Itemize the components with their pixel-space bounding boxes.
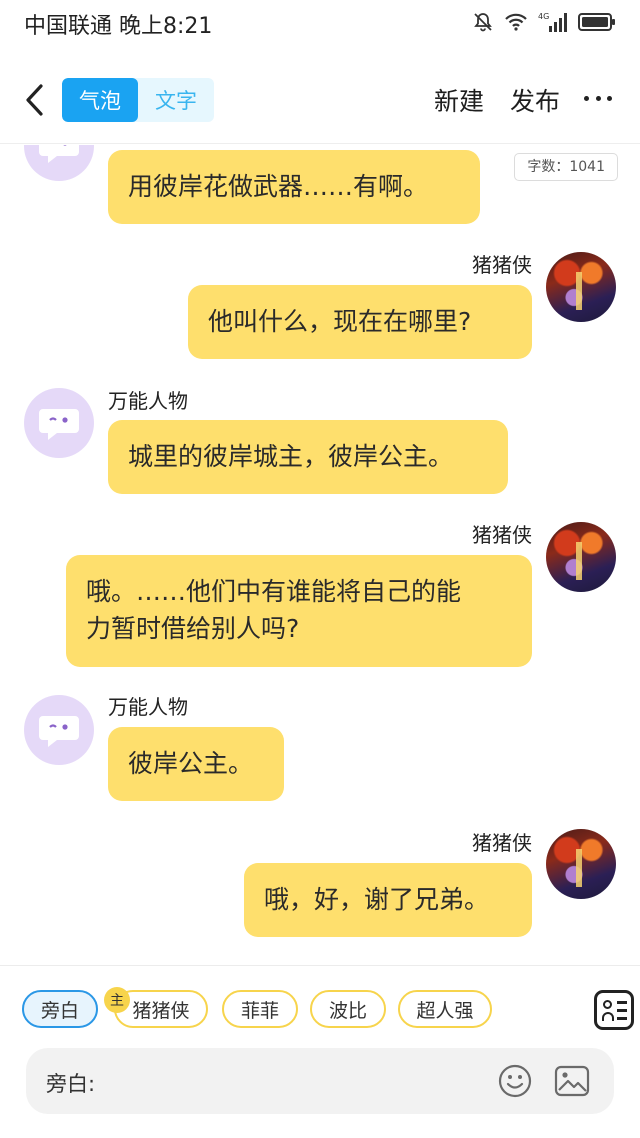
message-bubble[interactable]: 彼岸公主。 — [108, 727, 284, 801]
contact-card-line-icon — [617, 1009, 627, 1012]
bot-avatar[interactable] — [24, 695, 94, 765]
user-avatar[interactable] — [546, 829, 616, 899]
tab-bubble[interactable]: 气泡 — [62, 78, 138, 122]
message-text: 用彼岸花做武器……有啊。 — [128, 172, 429, 201]
composer-panel: 旁白 猪猪侠 菲菲 波比 超人强 旁白: — [0, 965, 640, 1138]
signal-icon: 4G — [538, 12, 567, 32]
status-bar: 中国联通 晚上8:21 4G — [0, 0, 640, 44]
role-chip-feifei[interactable]: 菲菲 — [222, 990, 298, 1028]
role-list-button[interactable] — [594, 990, 634, 1030]
more-options-button[interactable] — [584, 86, 612, 110]
speaker-name: 猪猪侠 — [472, 523, 532, 547]
emoji-icon[interactable] — [498, 1064, 532, 1098]
status-icons: 4G — [472, 10, 616, 34]
message-text: 城里的彼岸城主，彼岸公主。 — [128, 442, 454, 471]
more-dot-icon — [607, 95, 612, 101]
user-avatar[interactable] — [546, 252, 616, 322]
message-bubble[interactable]: 用彼岸花做武器……有啊。 — [108, 150, 480, 224]
role-chip-bobi[interactable]: 波比 — [310, 990, 386, 1028]
battery-icon — [578, 13, 615, 31]
network-type: 4G — [538, 12, 549, 21]
chat-area[interactable]: 字数：1041 用彼岸花做武器……有啊。 猪猪侠 他叫什么，现在在哪里? 万能人… — [0, 145, 640, 965]
message-text-line: 哦。……他们中有谁能将自己的能 — [86, 577, 462, 606]
role-chip-label: 猪猪侠 — [132, 999, 190, 1022]
bot-avatar[interactable] — [24, 145, 94, 181]
chat-bubble-face-icon — [39, 716, 79, 747]
tab-text[interactable]: 文字 — [138, 78, 214, 122]
contact-card-line-icon — [617, 1001, 627, 1004]
role-chip-chaorenqiang[interactable]: 超人强 — [398, 990, 492, 1028]
role-chip-label: 超人强 — [416, 999, 474, 1022]
message-bubble[interactable]: 他叫什么，现在在哪里? — [188, 285, 532, 359]
view-mode-toggle: 气泡 文字 — [62, 78, 214, 122]
message-text: 他叫什么，现在在哪里? — [208, 307, 472, 336]
more-dot-icon — [584, 95, 589, 101]
top-bar: 气泡 文字 新建 发布 — [0, 60, 640, 144]
chat-bubble-face-icon — [39, 145, 79, 163]
image-icon[interactable] — [554, 1064, 590, 1098]
message-bubble[interactable]: 哦。……他们中有谁能将自己的能 力暂时借给别人吗? — [66, 555, 532, 667]
message-bubble[interactable]: 城里的彼岸城主，彼岸公主。 — [108, 420, 508, 494]
input-role-label: 旁白: — [46, 1072, 96, 1096]
publish-button[interactable]: 发布 — [510, 82, 560, 118]
back-button[interactable] — [16, 78, 52, 122]
user-avatar[interactable] — [546, 522, 616, 592]
contact-card-icon — [603, 1000, 612, 1009]
speaker-name: 猪猪侠 — [472, 831, 532, 855]
role-chip-narrator[interactable]: 旁白 — [22, 990, 98, 1028]
more-dot-icon — [595, 95, 601, 101]
mute-icon — [474, 13, 492, 32]
new-button[interactable]: 新建 — [434, 82, 484, 118]
speaker-name: 万能人物 — [108, 389, 188, 413]
message-input[interactable]: 旁白: — [26, 1048, 614, 1114]
message-text: 哦，好，谢了兄弟。 — [264, 885, 490, 914]
chat-bubble-face-icon — [39, 409, 79, 440]
message-bubble[interactable]: 哦，好，谢了兄弟。 — [244, 863, 532, 937]
speaker-name: 猪猪侠 — [472, 253, 532, 277]
role-chip-label: 菲菲 — [240, 999, 279, 1022]
role-chip-label: 旁白 — [40, 999, 79, 1022]
chevron-left-icon — [26, 84, 43, 116]
contact-card-icon — [602, 1012, 614, 1021]
word-count-badge: 字数：1041 — [514, 153, 618, 181]
bot-avatar[interactable] — [24, 388, 94, 458]
wifi-icon — [505, 13, 527, 31]
message-text-line: 力暂时借给别人吗? — [86, 614, 300, 643]
message-text: 彼岸公主。 — [128, 749, 254, 778]
main-role-badge: 主 — [104, 987, 130, 1013]
speaker-name: 万能人物 — [108, 695, 188, 719]
contact-card-line-icon — [617, 1017, 627, 1020]
carrier-time: 中国联通 晚上8:21 — [24, 14, 213, 39]
role-chip-label: 波比 — [328, 999, 367, 1022]
